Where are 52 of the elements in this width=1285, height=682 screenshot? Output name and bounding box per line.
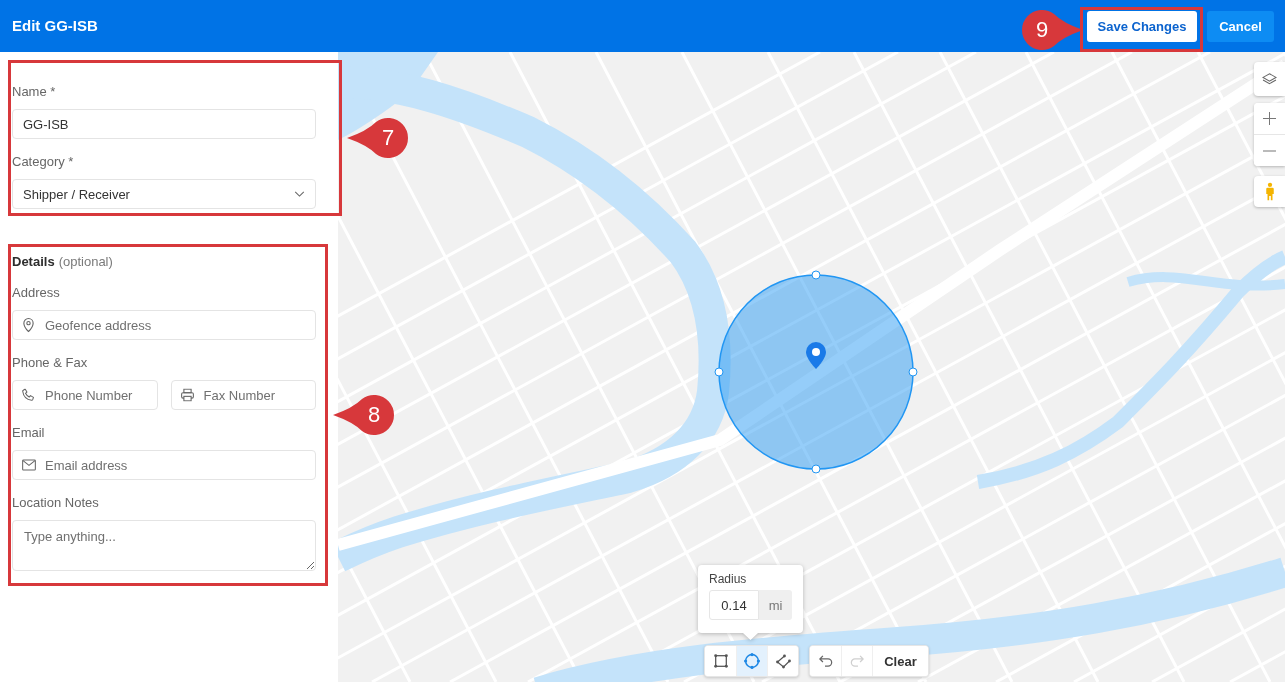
map-pin-icon[interactable] [806,342,826,369]
unit-label: mi [759,590,792,620]
zoom-out-button[interactable] [1254,134,1285,166]
resize-handle[interactable] [811,270,821,280]
minus-icon [1263,149,1276,152]
chevron-down-icon [294,191,305,197]
square-icon [713,654,728,668]
undo-arrow-icon [818,655,833,667]
zoom-in-button[interactable] [1254,103,1285,134]
address-field[interactable]: Geofence address [12,310,316,340]
email-field[interactable]: Email address [12,450,316,480]
callout-marker: 7 [347,117,409,159]
layers-button[interactable] [1254,62,1285,96]
page-title: Edit GG-ISB [12,17,98,35]
field-label: Email [12,425,46,441]
envelope-icon [22,459,36,471]
clear-button[interactable]: Clear [872,646,928,676]
fax-field[interactable]: Fax Number [170,380,316,410]
section-title: Details [12,254,55,269]
circle-icon [744,653,760,669]
optional-note: (optional) [58,254,113,269]
polygon-icon [775,653,791,669]
phone-icon [22,388,35,402]
printer-icon [180,388,194,402]
save-changes-button[interactable]: Save Changes [1087,11,1197,42]
field-label: Address [12,285,61,301]
resize-handle[interactable] [714,367,724,377]
field-label: Name * [12,84,57,100]
street-view-button[interactable] [1254,176,1285,207]
geofence-circle[interactable] [718,274,914,470]
field-label: Category * [12,154,75,170]
redo-arrow-icon [850,655,864,667]
circle-tool-button[interactable] [736,646,767,676]
resize-handle[interactable] [811,464,821,474]
plus-icon [1263,112,1276,125]
radius-field[interactable]: 0.14 [709,590,759,620]
layers-icon [1262,73,1277,85]
dropdown-field[interactable]: Shipper / Receiver [12,179,316,209]
field-label: Phone & Fax [12,355,89,371]
location-pin-icon [22,317,35,333]
resize-handle[interactable] [908,367,918,377]
callout-marker: 9 [1021,8,1083,51]
field-label: Location Notes [12,495,100,511]
rectangle-tool-button[interactable] [705,646,736,676]
notes-field[interactable]: Type anything... [12,520,316,571]
undo-button[interactable] [810,646,841,676]
polygon-tool-button[interactable] [767,646,798,676]
radius-label: Radius [709,571,748,587]
callout-marker: 8 [333,394,395,436]
phone-field[interactable]: Phone Number [12,380,158,410]
person-icon [1264,182,1275,201]
text-field[interactable]: GG-ISB [12,109,316,139]
